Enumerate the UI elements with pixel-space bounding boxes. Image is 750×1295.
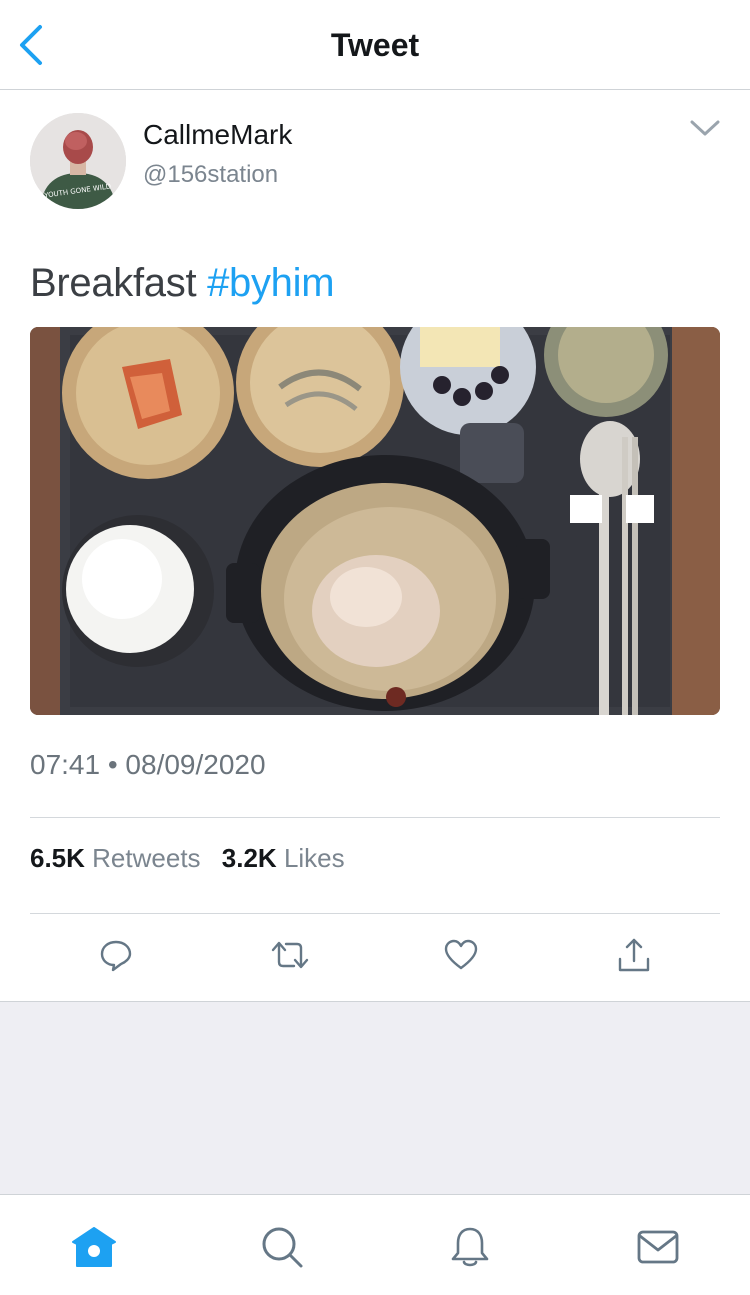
tab-notifications[interactable]	[446, 1223, 494, 1271]
reply-icon	[100, 940, 132, 972]
share-icon	[618, 938, 650, 972]
tab-home[interactable]	[70, 1223, 118, 1271]
likes-count[interactable]: 3.2K	[222, 843, 277, 873]
tweet-photo[interactable]	[30, 327, 720, 715]
messages-icon	[637, 1230, 679, 1264]
tweet-body-text: Breakfast	[30, 261, 208, 305]
tweet-actions	[0, 935, 750, 981]
divider	[30, 913, 720, 914]
chevron-down-icon	[690, 120, 720, 136]
likes-label[interactable]: Likes	[284, 843, 345, 873]
tweet-options-button[interactable]	[688, 115, 722, 141]
tweet-stats: 6.5K Retweets 3.2K Likes	[30, 843, 359, 874]
retweets-count[interactable]: 6.5K	[30, 843, 85, 873]
top-nav-bar: Tweet	[0, 0, 750, 90]
share-button[interactable]	[614, 935, 654, 975]
hashtag-link[interactable]: #byhim	[207, 261, 334, 305]
tweet-detail: YOUTH GONE WILD CallmeMark @156station B…	[0, 91, 750, 1002]
tab-search[interactable]	[258, 1223, 306, 1271]
empty-area	[0, 1002, 750, 1194]
like-button[interactable]	[441, 935, 481, 975]
tab-messages[interactable]	[634, 1223, 682, 1271]
home-icon	[72, 1227, 116, 1267]
divider	[30, 817, 720, 818]
author-handle[interactable]: @156station	[143, 161, 278, 189]
reply-button[interactable]	[96, 935, 136, 975]
retweet-icon	[271, 941, 309, 969]
author-display-name[interactable]: CallmeMark	[143, 119, 292, 151]
page-title: Tweet	[330, 27, 420, 63]
search-icon	[262, 1227, 303, 1268]
retweets-label[interactable]: Retweets	[92, 843, 200, 873]
retweet-button[interactable]	[270, 935, 310, 975]
tweet-text: Breakfast #byhim	[30, 261, 335, 306]
notifications-icon	[451, 1227, 489, 1267]
like-icon	[444, 939, 478, 970]
tweet-timestamp: 07:41 • 08/09/2020	[30, 749, 266, 780]
bottom-tab-bar	[0, 1194, 750, 1295]
avatar[interactable]: YOUTH GONE WILD	[30, 113, 126, 209]
